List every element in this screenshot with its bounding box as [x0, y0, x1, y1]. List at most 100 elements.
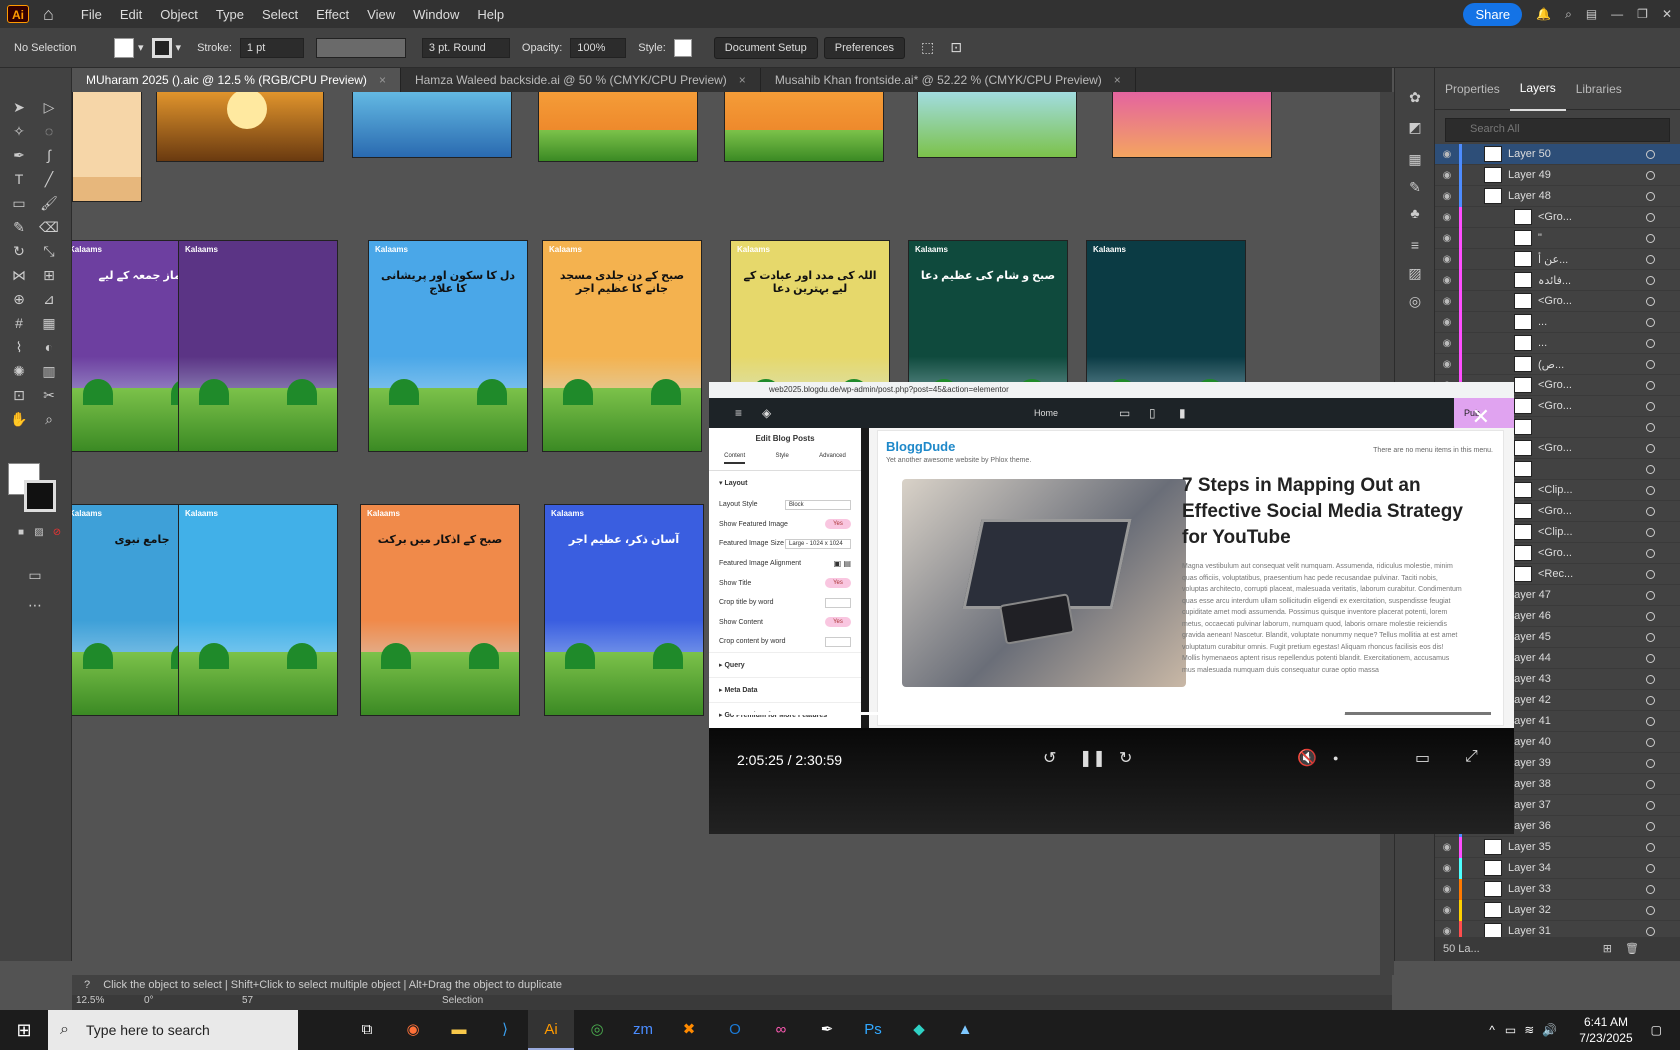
layer-row[interactable]: ◉... [1435, 311, 1680, 333]
target-icon[interactable] [1646, 380, 1655, 390]
color-guide-icon[interactable]: ◩ [1404, 116, 1426, 138]
new-layer-icon[interactable]: ⊞ [1603, 943, 1612, 955]
artboard[interactable]: Kalaams [178, 504, 338, 716]
type-tool-icon[interactable]: T [8, 168, 30, 190]
layers-icon[interactable]: ◈ [762, 406, 771, 420]
tablet-icon[interactable]: ▯ [1149, 406, 1156, 420]
artboard[interactable] [352, 92, 512, 158]
setting-toggle[interactable]: Yes [825, 617, 851, 628]
eye-icon[interactable]: ◉ [1435, 170, 1459, 181]
panel-tab-properties[interactable]: Properties [1435, 68, 1510, 110]
align-icon[interactable]: ⬚ [921, 39, 934, 56]
workspace-icon[interactable]: ▤ [1586, 7, 1597, 21]
pause-icon[interactable]: ❚❚ [1079, 748, 1106, 768]
target-icon[interactable] [1646, 842, 1655, 852]
target-icon[interactable] [1646, 737, 1655, 747]
style-swatch[interactable] [673, 38, 692, 57]
pen-tool-icon[interactable]: ✒ [8, 144, 30, 166]
target-icon[interactable] [1646, 611, 1655, 621]
artboard[interactable]: Kalaams صبح کے اذکار میں برکت [360, 504, 520, 716]
task-view-icon[interactable]: ⧉ [344, 1010, 390, 1050]
volume-icon[interactable]: 🔊 [1542, 1023, 1557, 1037]
layer-row[interactable]: ◉ Layer 35 [1435, 836, 1680, 858]
target-icon[interactable] [1646, 863, 1655, 873]
eye-icon[interactable]: ◉ [1435, 212, 1459, 223]
brushes-icon[interactable]: ✎ [1404, 176, 1426, 198]
panel-tab-layers[interactable]: Layers [1509, 67, 1566, 111]
eye-icon[interactable]: ◉ [1435, 233, 1459, 244]
site-brand[interactable]: BloggDude [886, 439, 955, 454]
sidebar-tab-advanced[interactable]: Advanced [819, 453, 846, 464]
width-tool-icon[interactable]: ⋈ [8, 264, 30, 286]
perspective-icon[interactable]: ⊿ [38, 288, 60, 310]
artboard[interactable]: Kalaams دل کا سکون اور پریشانی کا علاج [368, 240, 528, 452]
target-icon[interactable] [1646, 191, 1655, 201]
target-icon[interactable] [1646, 884, 1655, 894]
rectangle-tool-icon[interactable]: ▭ [8, 192, 30, 214]
target-icon[interactable] [1646, 590, 1655, 600]
preferences-button[interactable]: Preferences [823, 36, 906, 59]
layer-row[interactable]: ◉ فائدہ... [1435, 269, 1680, 291]
menu-effect[interactable]: Effect [307, 7, 358, 22]
target-icon[interactable] [1646, 779, 1655, 789]
chevron-down-icon[interactable]: ▾ [138, 41, 144, 54]
eye-icon[interactable]: ◉ [1435, 359, 1459, 370]
opacity-input[interactable]: 100% [570, 37, 627, 58]
artboard-number[interactable]: 57 [242, 995, 253, 1006]
forward-icon[interactable]: ↻ [1119, 748, 1132, 768]
windows-start-icon[interactable]: ⊞ [0, 1020, 48, 1041]
eraser-icon[interactable]: ⌫ [38, 216, 60, 238]
sidebar-tab-content[interactable]: Content [724, 453, 746, 464]
stroke-panel-icon[interactable]: ≡ [1404, 234, 1426, 256]
variable-width-profile[interactable] [315, 37, 406, 58]
artboard[interactable]: Kalaams آسان ذکر، عظیم اجر [544, 504, 704, 716]
fill-swatch[interactable] [114, 37, 134, 58]
target-icon[interactable] [1646, 443, 1655, 453]
zoom-level[interactable]: 12.5% [76, 995, 104, 1006]
close-icon[interactable]: ✕ [1662, 7, 1672, 21]
layer-row[interactable]: ◉ Layer 33 [1435, 878, 1680, 900]
target-icon[interactable] [1646, 485, 1655, 495]
setting-toggle[interactable]: Yes [825, 578, 851, 589]
fullscreen-icon[interactable]: ⤢ [1465, 748, 1478, 766]
close-tab-icon[interactable]: × [739, 73, 746, 87]
target-icon[interactable] [1646, 653, 1655, 663]
eye-icon[interactable]: ◉ [1435, 275, 1459, 286]
target-icon[interactable] [1646, 800, 1655, 810]
target-icon[interactable] [1646, 548, 1655, 558]
outlook-icon[interactable]: O [712, 1010, 758, 1050]
zoom-tool-icon[interactable]: ⌕ [38, 408, 60, 430]
blend-icon[interactable]: ◐ [38, 336, 60, 358]
target-icon[interactable] [1646, 674, 1655, 684]
stroke-weight-input[interactable]: 1 pt [239, 37, 304, 58]
network-icon[interactable]: ▭ [1505, 1023, 1516, 1037]
eye-icon[interactable]: ◉ [1435, 254, 1459, 265]
video-player-overlay[interactable]: web2025.blogdu.de/wp-admin/post.php?post… [709, 382, 1514, 834]
eye-icon[interactable]: ◉ [1435, 338, 1459, 349]
artboard[interactable]: Kalaams [178, 240, 338, 452]
pen-app-icon[interactable]: ✒ [804, 1010, 850, 1050]
line-tool-icon[interactable]: ╱ [38, 168, 60, 190]
color-panel-icon[interactable]: ✿ [1404, 86, 1426, 108]
section-meta[interactable]: ▸ Meta Data [709, 676, 861, 702]
eye-icon[interactable]: ◉ [1435, 149, 1459, 160]
layer-row[interactable]: ◉ Layer 48 [1435, 185, 1680, 207]
menu-edit[interactable]: Edit [111, 7, 151, 22]
photoshop-icon[interactable]: Ps [850, 1010, 896, 1050]
document-setup-button[interactable]: Document Setup [713, 36, 818, 59]
document-tab[interactable]: Hamza Waleed backside.ai @ 50 % (CMYK/CP… [401, 68, 761, 92]
target-icon[interactable] [1646, 149, 1655, 159]
paintbrush-icon[interactable]: 🖌 [38, 192, 60, 214]
column-graph-icon[interactable]: ▥ [38, 360, 60, 382]
target-icon[interactable] [1646, 569, 1655, 579]
gradient-panel-icon[interactable]: ▨ [1404, 262, 1426, 284]
magic-wand-icon[interactable]: ✧ [8, 120, 30, 142]
layer-row[interactable]: ◉ " [1435, 227, 1680, 249]
rotation-value[interactable]: 0° [144, 995, 154, 1006]
xampp-icon[interactable]: ✖ [666, 1010, 712, 1050]
section-query[interactable]: ▸ Query [709, 651, 861, 677]
menu-window[interactable]: Window [404, 7, 468, 22]
target-icon[interactable] [1646, 632, 1655, 642]
wifi-icon[interactable]: ≋ [1524, 1023, 1534, 1037]
close-tab-icon[interactable]: × [379, 73, 386, 87]
